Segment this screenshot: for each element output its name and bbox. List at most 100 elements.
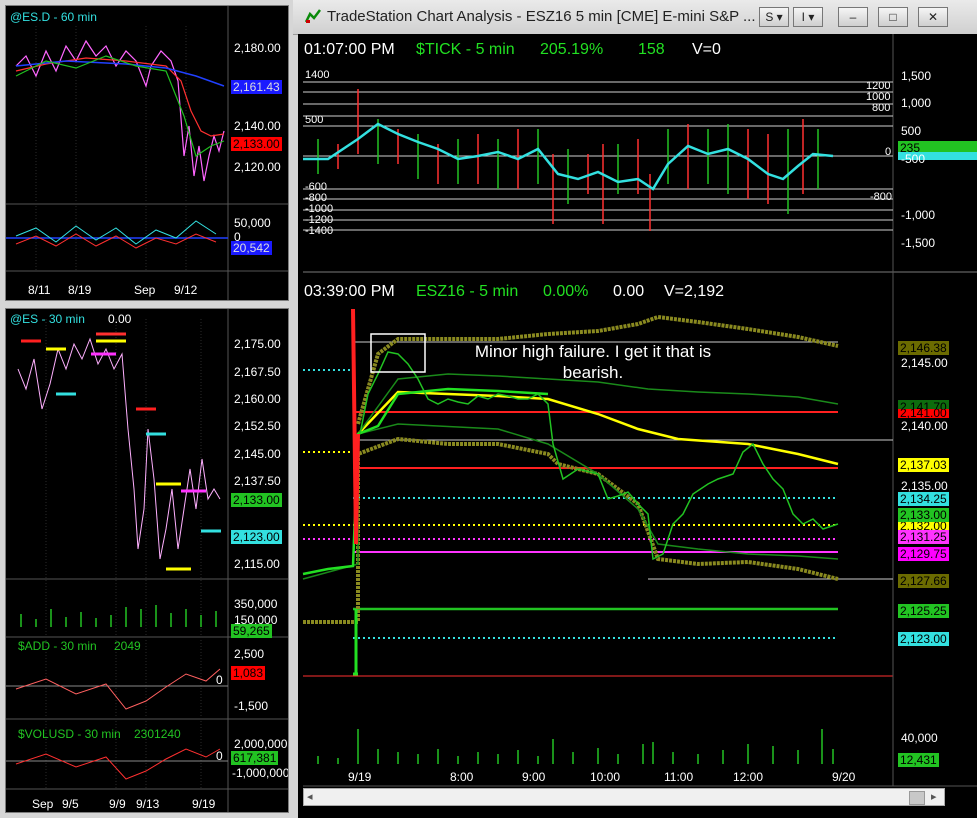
es-tag-cyan: 2,134.25 bbox=[898, 492, 949, 506]
es-x-6: 9/20 bbox=[832, 770, 856, 784]
es-volume-bars bbox=[317, 729, 834, 764]
es-30min-vol-axis-0: 350,000 bbox=[234, 597, 278, 611]
tick-level-left-1: 500 bbox=[305, 114, 324, 126]
es-change: 0.00 bbox=[613, 283, 645, 300]
close-button[interactable]: ✕ bbox=[918, 7, 948, 27]
volusd-axis-0: 2,000,000 bbox=[234, 737, 288, 751]
volusd-zero: 0 bbox=[216, 749, 223, 763]
tick-axis-5: -1,000 bbox=[901, 208, 936, 222]
es-30min-axis-3: 2,152.50 bbox=[234, 419, 281, 433]
tick-level-left-6: -1400 bbox=[305, 225, 334, 237]
es-30min-axis-2: 2,160.00 bbox=[234, 392, 281, 406]
es-pct: 0.00% bbox=[543, 283, 589, 300]
es-30min-symbol: @ES - 30 min bbox=[10, 312, 85, 326]
es-x-4: 11:00 bbox=[664, 770, 694, 784]
close-icon: ✕ bbox=[927, 10, 939, 24]
es-x-2: 9:00 bbox=[522, 770, 546, 784]
tick-axis-2: 500 bbox=[901, 124, 922, 138]
es-daily-sub-tag: 20,542 bbox=[231, 241, 272, 255]
maximize-button[interactable]: □ bbox=[878, 7, 908, 27]
es-price-bars bbox=[351, 308, 360, 545]
minimize-button[interactable]: – bbox=[838, 7, 868, 27]
main-window-title: TradeStation Chart Analysis - ESZ16 5 mi… bbox=[327, 8, 756, 25]
volusd-tag: 617,381 bbox=[231, 751, 279, 765]
main-chart-area[interactable]: 01:07:00 PM $TICK - 5 min 205.19% 158 V=… bbox=[298, 34, 977, 818]
scroll-right-arrow-icon[interactable]: ▸ bbox=[931, 790, 937, 803]
tick-level-right-4: -800 bbox=[870, 191, 893, 203]
es-30min-axis-0: 2,175.00 bbox=[234, 337, 281, 351]
es-30min-x-4: 9/19 bbox=[192, 797, 216, 811]
strategy-menu-button[interactable]: S ▾ bbox=[759, 7, 789, 27]
tick-volume: V=0 bbox=[692, 41, 721, 58]
main-chart-svg bbox=[302, 34, 977, 787]
es-tag-pink: 2,131.25 bbox=[898, 530, 949, 544]
volusd-value: 2301240 bbox=[134, 727, 181, 741]
add-tag: 1,083 bbox=[231, 666, 266, 680]
tick-level-left-0: 1400 bbox=[305, 69, 330, 81]
es-axis-2: 2,135.00 bbox=[901, 479, 948, 493]
es-tag-magenta: 2,129.75 bbox=[898, 547, 949, 561]
horizontal-scrollbar[interactable]: ◂ ▸ bbox=[303, 788, 945, 806]
es-vol-tag: 12,431 bbox=[898, 753, 939, 767]
es-daily-ma-red bbox=[15, 57, 225, 137]
add-line bbox=[15, 668, 221, 710]
es-daily-axis-1: 2,140.00 bbox=[234, 119, 281, 133]
es-level-lines bbox=[303, 341, 893, 639]
indicator-menu-label: I bbox=[801, 10, 805, 24]
tick-level-lines bbox=[303, 81, 893, 231]
es-lower-band bbox=[303, 436, 839, 624]
es-30min-price bbox=[17, 337, 221, 560]
es-tag-green: 2,133.00 bbox=[898, 508, 949, 522]
es-30min-axis-6: 2,115.00 bbox=[234, 557, 280, 571]
volusd-axis-1: -1,000,000 bbox=[232, 766, 289, 780]
es-x-0: 9/19 bbox=[348, 770, 372, 784]
tick-axis-4: -500 bbox=[901, 152, 926, 166]
es-price-path bbox=[359, 351, 839, 561]
es-daily-tag-blue: 2,161.43 bbox=[231, 80, 282, 94]
es-daily-axis-2: 2,120.00 bbox=[234, 160, 281, 174]
es-30min-levels bbox=[21, 332, 221, 571]
scroll-thumb[interactable] bbox=[909, 791, 925, 805]
es-vwap-yellow bbox=[357, 390, 839, 466]
es-tag-cyan-2: 2,123.00 bbox=[898, 632, 949, 646]
add-label: $ADD - 30 min bbox=[18, 639, 97, 653]
add-axis-1: -1,500 bbox=[234, 699, 269, 713]
es-tag-yellow: 2,137.03 bbox=[898, 458, 949, 472]
es-30min-vol-tag: 59,265 bbox=[231, 624, 272, 638]
es-30min-axis-1: 2,167.50 bbox=[234, 365, 281, 379]
es-30min-x-1: 9/5 bbox=[62, 797, 79, 811]
es-daily-x-2: Sep bbox=[134, 283, 156, 297]
es-daily-chart-window[interactable]: @ES.D - 60 min 2,180.00 2,161.43 2,140.0… bbox=[5, 5, 289, 301]
tick-level-right-2: 800 bbox=[872, 102, 891, 114]
tick-symbol: $TICK - 5 min bbox=[416, 41, 515, 58]
es-x-5: 12:00 bbox=[733, 770, 764, 784]
es-30min-x-2: 9/9 bbox=[109, 797, 126, 811]
es-axis-1: 2,140.00 bbox=[901, 419, 948, 433]
es-daily-axis-0: 2,180.00 bbox=[234, 41, 281, 55]
indicator-menu-button[interactable]: I ▾ bbox=[793, 7, 823, 27]
strategy-menu-label: S bbox=[765, 10, 774, 24]
tick-time: 01:07:00 PM bbox=[304, 41, 395, 58]
tick-axis-0: 1,500 bbox=[901, 69, 932, 83]
maximize-icon: □ bbox=[889, 10, 897, 24]
volusd-label: $VOLUSD - 30 min bbox=[18, 727, 121, 741]
main-window-titlebar[interactable]: TradeStation Chart Analysis - ESZ16 5 mi… bbox=[293, 0, 977, 35]
tick-last: 158 bbox=[638, 41, 665, 58]
es-30min-x-0: Sep bbox=[32, 797, 54, 811]
add-value: 2049 bbox=[114, 639, 141, 653]
es-30min-x-3: 9/13 bbox=[136, 797, 160, 811]
scroll-left-arrow-icon[interactable]: ◂ bbox=[307, 790, 313, 803]
es-green-ma-2 bbox=[302, 423, 839, 580]
tick-axis-6: -1,500 bbox=[901, 236, 936, 250]
es-daily-x-1: 8/19 bbox=[68, 283, 92, 297]
es-tag-green-2: 2,125.25 bbox=[898, 604, 949, 618]
es-30min-volume-bars bbox=[20, 605, 217, 627]
es-30min-axis-4: 2,145.00 bbox=[234, 447, 281, 461]
es-tag-red: 2,141.00 bbox=[898, 409, 949, 418]
tick-pct: 205.19% bbox=[540, 41, 604, 58]
es-axis-0: 2,145.00 bbox=[901, 356, 948, 370]
es-30min-chart-window[interactable]: @ES - 30 min 0.00 2,175.00 2,167.50 2,16… bbox=[5, 308, 289, 813]
es-time: 03:39:00 PM bbox=[304, 283, 395, 300]
annotation-text: Minor high failure. I get it that is bea… bbox=[474, 342, 712, 382]
es-tag-yellow-2: 2,132.00 bbox=[898, 522, 949, 530]
